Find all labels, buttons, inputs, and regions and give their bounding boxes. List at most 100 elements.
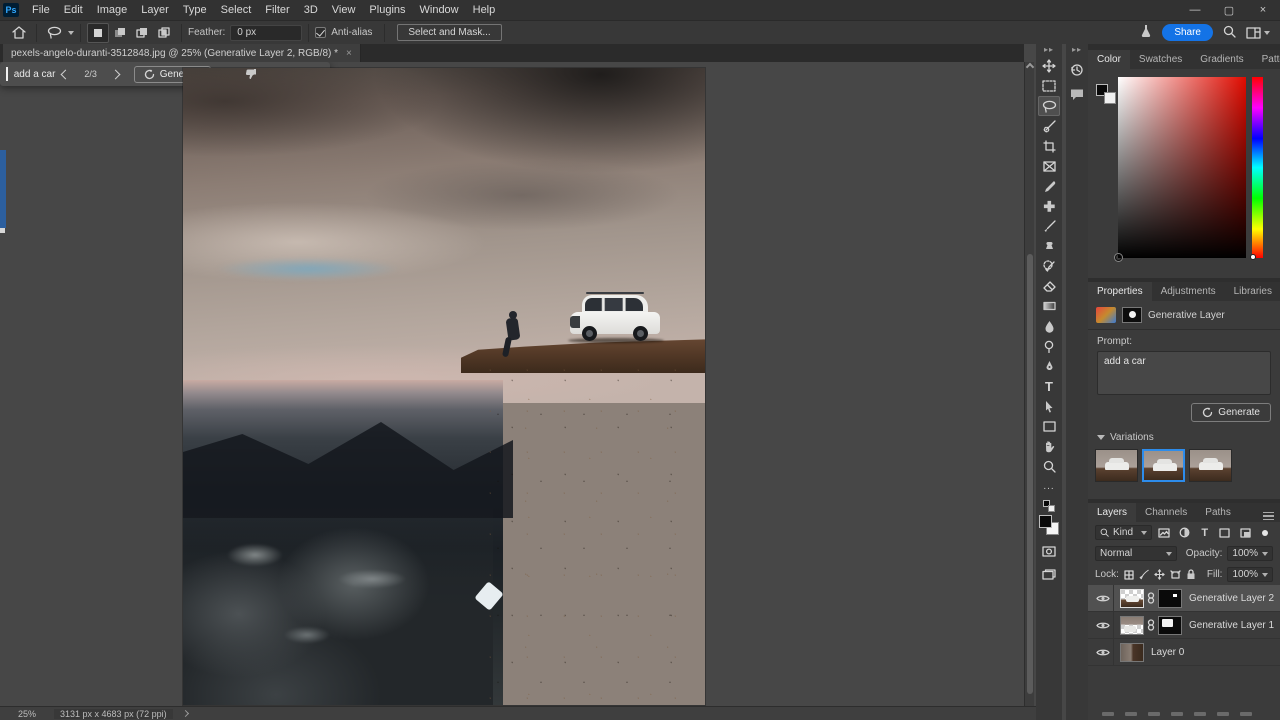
link-layers-icon[interactable] bbox=[1102, 712, 1114, 716]
tab-layers[interactable]: Layers bbox=[1088, 503, 1137, 522]
layer-mask-thumbnail[interactable] bbox=[1158, 588, 1182, 608]
layer-row-layer-0[interactable]: Layer 0 bbox=[1088, 639, 1280, 666]
layer-effects-icon[interactable] bbox=[1125, 712, 1137, 716]
tab-properties[interactable]: Properties bbox=[1088, 282, 1152, 301]
anti-alias-checkbox[interactable] bbox=[315, 27, 327, 38]
lock-position-icon[interactable] bbox=[1154, 567, 1165, 582]
move-tool[interactable] bbox=[1038, 56, 1060, 76]
pen-tool[interactable] bbox=[1038, 356, 1060, 376]
mask-link-icon[interactable] bbox=[1146, 619, 1156, 631]
history-panel-icon[interactable] bbox=[1067, 60, 1087, 80]
color-panel-swatches[interactable] bbox=[1096, 84, 1116, 104]
filter-toggle-icon[interactable] bbox=[1258, 525, 1273, 540]
canvas-vertical-scrollbar[interactable] bbox=[1024, 62, 1035, 706]
document-tab[interactable]: pexels-angelo-duranti-3512848.jpg @ 25% … bbox=[3, 44, 361, 62]
filter-shape-icon[interactable] bbox=[1217, 525, 1232, 540]
layer-name[interactable]: Generative Layer 1 bbox=[1189, 620, 1274, 631]
saturation-brightness-field[interactable] bbox=[1115, 77, 1246, 261]
variation-thumb-2-selected[interactable] bbox=[1142, 449, 1185, 482]
menu-layer[interactable]: Layer bbox=[134, 0, 176, 20]
menu-help[interactable]: Help bbox=[466, 0, 503, 20]
share-button[interactable]: Share bbox=[1162, 24, 1213, 41]
new-group-icon[interactable] bbox=[1194, 712, 1206, 716]
layer-row-generative-layer-2[interactable]: Generative Layer 2 bbox=[1088, 585, 1280, 612]
selection-intersect-icon[interactable] bbox=[153, 23, 175, 43]
quick-selection-tool[interactable] bbox=[1038, 116, 1060, 136]
selection-subtract-icon[interactable] bbox=[131, 23, 153, 43]
lock-pixels-icon[interactable] bbox=[1139, 567, 1149, 582]
eraser-tool[interactable] bbox=[1038, 276, 1060, 296]
menu-filter[interactable]: Filter bbox=[258, 0, 296, 20]
home-icon[interactable] bbox=[8, 23, 30, 43]
tab-patterns[interactable]: Patterns bbox=[1253, 50, 1280, 69]
tab-close-icon[interactable]: × bbox=[346, 48, 352, 59]
menu-window[interactable]: Window bbox=[413, 0, 466, 20]
lasso-tool-icon[interactable] bbox=[43, 23, 65, 43]
lasso-tool[interactable] bbox=[1038, 96, 1060, 116]
scroll-up-icon[interactable] bbox=[1025, 62, 1035, 72]
panel-menu-icon[interactable] bbox=[1263, 510, 1274, 523]
rectangular-marquee-tool[interactable] bbox=[1038, 76, 1060, 96]
tool-preset-caret-icon[interactable] bbox=[68, 30, 74, 35]
rectangle-tool[interactable] bbox=[1038, 416, 1060, 436]
default-colors-icon[interactable] bbox=[1043, 500, 1055, 512]
zoom-level[interactable]: 25% bbox=[18, 709, 36, 719]
menu-select[interactable]: Select bbox=[214, 0, 259, 20]
brush-tool[interactable] bbox=[1038, 216, 1060, 236]
feather-input[interactable]: 0 px bbox=[230, 24, 303, 41]
menu-plugins[interactable]: Plugins bbox=[362, 0, 412, 20]
spot-healing-brush-tool[interactable] bbox=[1038, 196, 1060, 216]
foreground-background-swatches[interactable] bbox=[1039, 515, 1059, 535]
layer-row-generative-layer-1[interactable]: Generative Layer 1 bbox=[1088, 612, 1280, 639]
layer-thumbnail[interactable] bbox=[1120, 615, 1144, 635]
menu-file[interactable]: File bbox=[25, 0, 57, 20]
clone-stamp-tool[interactable] bbox=[1038, 236, 1060, 256]
crop-tool[interactable] bbox=[1038, 136, 1060, 156]
canvas-area[interactable]: add a car 2/3 Generate ... bbox=[0, 62, 1024, 706]
tab-adjustments[interactable]: Adjustments bbox=[1152, 282, 1225, 301]
type-tool[interactable]: T bbox=[1038, 376, 1060, 396]
tab-libraries[interactable]: Libraries bbox=[1225, 282, 1280, 301]
tab-color[interactable]: Color bbox=[1088, 50, 1130, 69]
minimize-button[interactable]: — bbox=[1178, 0, 1212, 20]
tab-swatches[interactable]: Swatches bbox=[1130, 50, 1191, 69]
menu-image[interactable]: Image bbox=[90, 0, 135, 20]
visibility-eye-icon[interactable] bbox=[1092, 612, 1114, 638]
variation-thumb-3[interactable] bbox=[1189, 449, 1232, 482]
menu-view[interactable]: View bbox=[325, 0, 363, 20]
visibility-eye-icon[interactable] bbox=[1092, 585, 1114, 611]
layer-name[interactable]: Generative Layer 2 bbox=[1189, 593, 1274, 604]
fill-input[interactable]: 100% bbox=[1227, 567, 1274, 582]
path-selection-tool[interactable] bbox=[1038, 396, 1060, 416]
hand-tool[interactable] bbox=[1038, 436, 1060, 456]
scrollbar-thumb[interactable] bbox=[1027, 254, 1033, 694]
workspace-switcher[interactable] bbox=[1246, 26, 1270, 39]
edit-toolbar-button[interactable]: ... bbox=[1038, 476, 1060, 496]
blend-mode-select[interactable]: Normal bbox=[1095, 546, 1177, 561]
next-variation-button[interactable] bbox=[105, 64, 126, 84]
dock-collapse-icon[interactable]: ▸▸ bbox=[1072, 44, 1082, 56]
selection-add-icon[interactable] bbox=[109, 23, 131, 43]
generative-prompt-input[interactable]: add a car bbox=[14, 69, 56, 80]
menu-type[interactable]: Type bbox=[176, 0, 214, 20]
variations-header[interactable]: Variations bbox=[1088, 426, 1280, 445]
mask-link-icon[interactable] bbox=[1146, 592, 1156, 604]
previous-variation-button[interactable] bbox=[55, 64, 76, 84]
frame-tool[interactable] bbox=[1038, 156, 1060, 176]
variation-thumb-1[interactable] bbox=[1095, 449, 1138, 482]
status-options-icon[interactable] bbox=[181, 709, 189, 718]
prompt-textarea[interactable]: add a car bbox=[1097, 351, 1271, 395]
eyedropper-tool[interactable] bbox=[1038, 176, 1060, 196]
blur-tool[interactable] bbox=[1038, 316, 1060, 336]
comments-panel-icon[interactable] bbox=[1067, 84, 1087, 104]
selection-new-icon[interactable] bbox=[87, 22, 109, 43]
select-and-mask-button[interactable]: Select and Mask... bbox=[397, 24, 502, 41]
filter-type-icon[interactable]: T bbox=[1197, 525, 1212, 540]
color-picker-cursor[interactable] bbox=[1115, 254, 1122, 261]
lock-transparency-icon[interactable] bbox=[1124, 567, 1134, 582]
hue-slider[interactable] bbox=[1250, 77, 1263, 260]
adjustment-layer-icon[interactable] bbox=[1171, 712, 1183, 716]
document-image[interactable] bbox=[183, 68, 705, 705]
search-icon[interactable] bbox=[1223, 25, 1236, 41]
tab-paths[interactable]: Paths bbox=[1196, 503, 1240, 522]
